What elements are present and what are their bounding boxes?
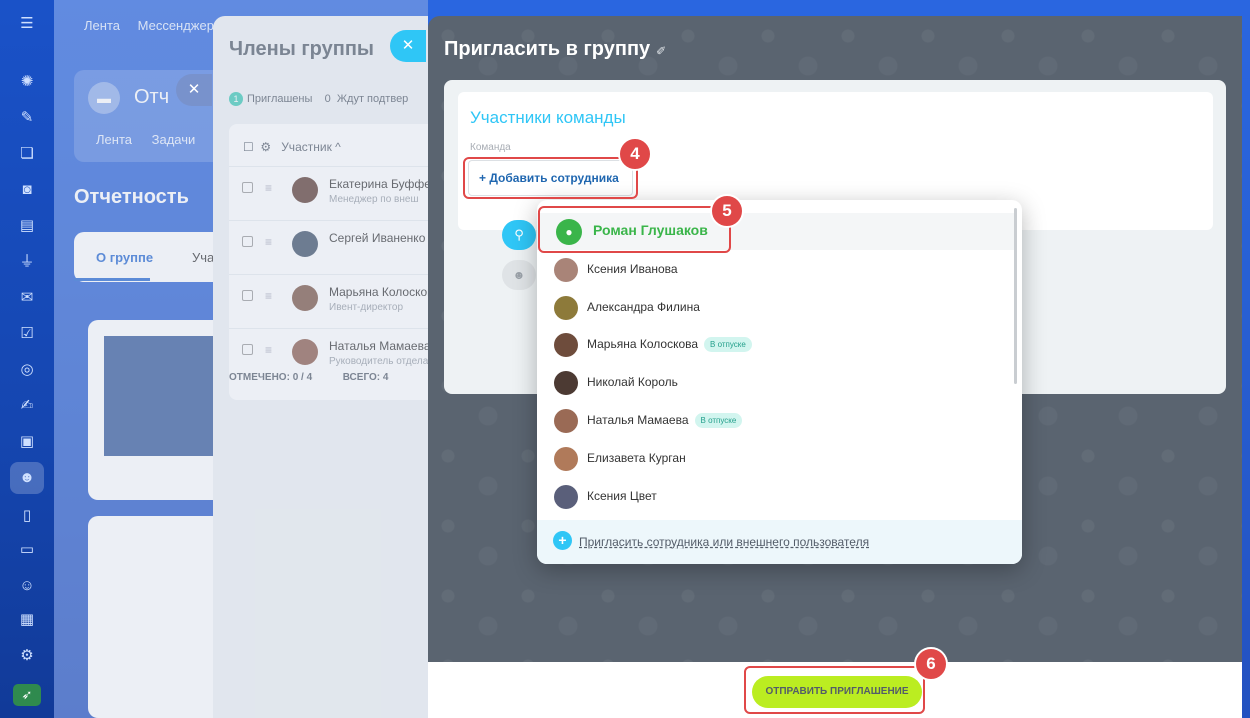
contacts-icon[interactable]: ▣ <box>17 432 37 452</box>
users-icon[interactable]: ☻ <box>502 260 536 290</box>
vacation-badge: В отпуске <box>704 337 752 353</box>
list-item[interactable]: Марьяна Колоскова В отпуске <box>537 326 1015 363</box>
avatar <box>554 485 578 509</box>
mail-icon[interactable]: ✉ <box>17 288 37 308</box>
pulse-icon[interactable]: ✺ <box>17 72 37 92</box>
storage-icon[interactable]: ▭ <box>17 540 37 560</box>
list-item[interactable]: Александра Филина <box>537 289 1015 326</box>
tasks-icon[interactable]: ✎ <box>17 108 37 128</box>
invite-title: Пригласить в группу ✐ <box>444 38 666 61</box>
close-icon[interactable]: ✕ <box>390 30 426 62</box>
background-overlay <box>54 0 428 718</box>
employee-name-text: Марьяна Колоскова <box>587 337 699 351</box>
sign-icon[interactable]: ✍ <box>17 396 37 416</box>
highlight-selected-employee <box>538 206 731 253</box>
plus-icon[interactable]: + <box>553 531 572 550</box>
invite-title-text: Пригласить в группу <box>444 38 651 60</box>
disk-icon[interactable]: ◙ <box>17 180 37 200</box>
list-item[interactable]: Ксения Цвет <box>537 478 1015 515</box>
dropdown-footer: + Пригласить сотрудника или внешнего пол… <box>537 520 1022 564</box>
target-icon[interactable]: ◎ <box>17 360 37 380</box>
highlight-add-employee <box>463 157 638 199</box>
step-badge-6: 6 <box>914 647 948 681</box>
employee-name[interactable]: Елизавета Курган <box>587 451 686 465</box>
chat-icon[interactable]: ❏ <box>17 144 37 164</box>
dropdown-scrollbar[interactable] <box>1014 208 1017 384</box>
pin-icon[interactable]: ✐ <box>656 44 666 58</box>
avatar <box>554 371 578 395</box>
employee-name[interactable]: Ксения Иванова <box>587 262 678 276</box>
employee-name[interactable]: Марьяна Колоскова В отпуске <box>587 337 752 353</box>
invite-external-link[interactable]: Пригласить сотрудника или внешнего польз… <box>579 535 869 549</box>
list-item[interactable]: Елизавета Курган <box>537 440 1015 477</box>
highlight-send-button <box>744 666 925 714</box>
vacation-badge: В отпуске <box>694 413 743 429</box>
step-badge-4: 4 <box>618 137 652 171</box>
team-sublabel: Команда <box>470 142 511 153</box>
page-icon[interactable]: ▯ <box>17 506 37 526</box>
settings-icon[interactable]: ⚙ <box>17 646 37 666</box>
avatar <box>554 333 578 357</box>
employee-dropdown: ● Роман Глушаков Ксения Иванова Александ… <box>537 200 1022 564</box>
employee-name-text: Наталья Мамаева <box>587 413 689 427</box>
groups-icon[interactable]: ☻ <box>10 462 44 494</box>
team-label: Участники команды <box>470 108 626 127</box>
list-item[interactable]: Наталья Мамаева В отпуске <box>537 402 1015 439</box>
calendar-icon[interactable]: ▦ <box>17 610 37 630</box>
step-badge-5: 5 <box>710 194 744 228</box>
crm-icon[interactable]: ⏚ <box>17 252 37 272</box>
docs-icon[interactable]: ▤ <box>17 216 37 236</box>
rocket-icon[interactable]: ➶ <box>13 684 41 706</box>
avatar <box>554 447 578 471</box>
menu-icon[interactable]: ☰ <box>17 14 37 34</box>
robot-icon[interactable]: ☺ <box>17 576 37 596</box>
list-item[interactable]: Николай Король <box>537 364 1015 401</box>
employee-name[interactable]: Александра Филина <box>587 300 700 314</box>
avatar <box>554 258 578 282</box>
search-icon[interactable]: ⚲ <box>502 220 536 250</box>
list-item[interactable]: Ксения Иванова <box>537 251 1015 288</box>
employee-name[interactable]: Ксения Цвет <box>587 489 657 503</box>
close-icon[interactable]: ✕ <box>176 74 212 106</box>
checklist-icon[interactable]: ☑ <box>17 324 37 344</box>
employee-name[interactable]: Наталья Мамаева В отпуске <box>587 413 743 429</box>
employee-name[interactable]: Николай Король <box>587 375 678 389</box>
left-rail: ☰ ✺ ✎ ❏ ◙ ▤ ⏚ ✉ ☑ ◎ ✍ ▣ ☻ ▯ ▭ ☺ ▦ ⚙ ➶ <box>0 0 54 718</box>
avatar <box>554 409 578 433</box>
avatar <box>554 296 578 320</box>
